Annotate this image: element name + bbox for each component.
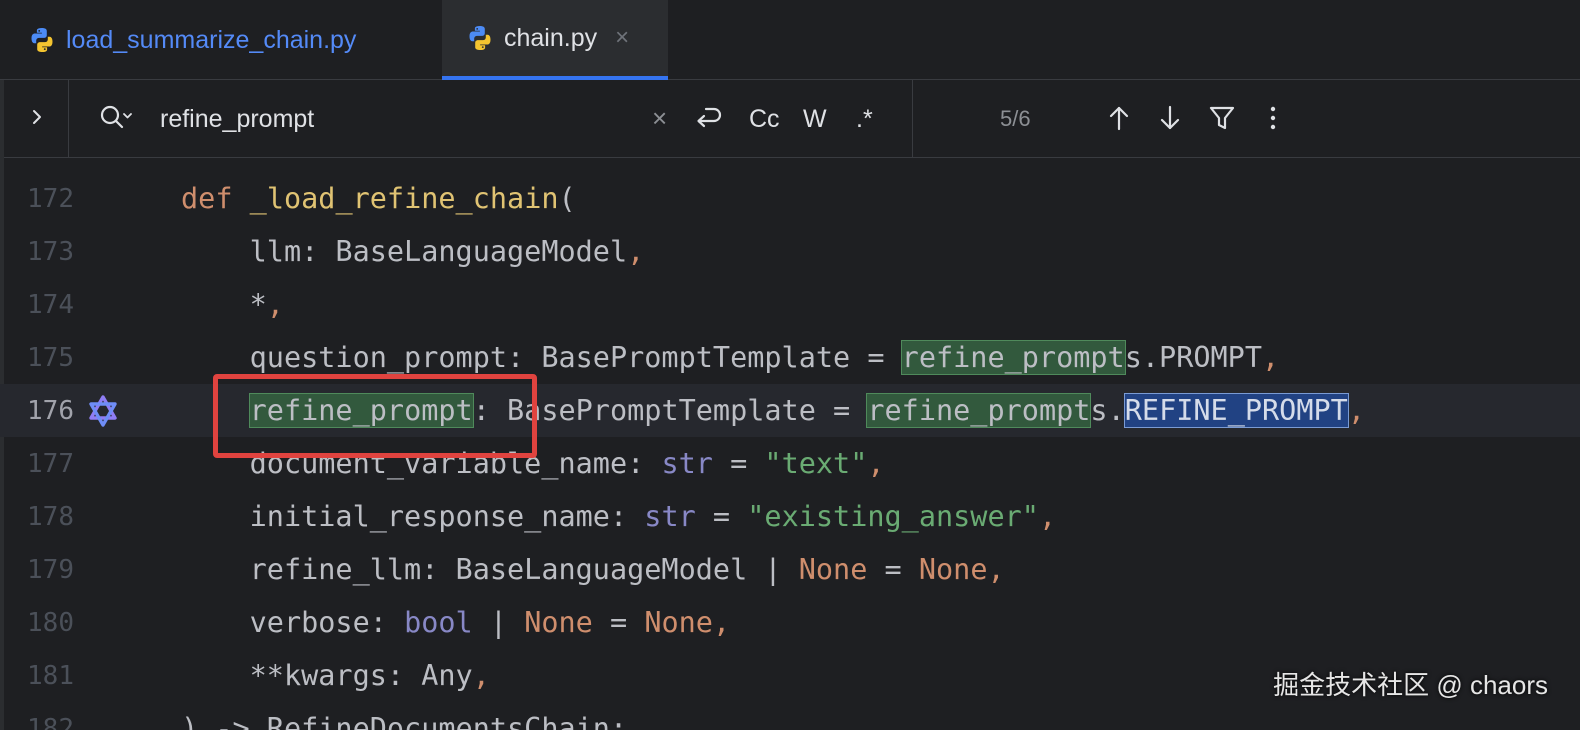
search-icon[interactable] xyxy=(98,102,134,134)
find-bar: × Cc W .* 5/6 xyxy=(0,80,1580,158)
code-editor[interactable]: 172 def _load_refine_chain( 173 llm: Bas… xyxy=(0,158,1580,730)
code-text: *, xyxy=(181,288,284,321)
current-match-highlight: REFINE_PROMPT xyxy=(1123,393,1349,428)
python-file-icon xyxy=(31,28,53,52)
code-text: ) -> RefineDocumentsChain: xyxy=(181,712,628,730)
tab-chain-py[interactable]: chain.py × xyxy=(442,0,668,80)
tab-load-summarize-chain[interactable]: load_summarize_chain.py xyxy=(0,0,440,80)
close-icon[interactable]: × xyxy=(615,24,629,52)
code-line: 180 verbose: bool | None = None, xyxy=(0,596,1580,649)
more-options-icon[interactable] xyxy=(1256,101,1290,135)
filter-icon[interactable] xyxy=(1205,101,1239,135)
newline-icon[interactable] xyxy=(692,102,724,134)
line-number: 173 xyxy=(27,237,74,267)
code-text: question_prompt: BasePromptTemplate = re… xyxy=(181,340,1280,375)
tab-label: load_summarize_chain.py xyxy=(66,25,357,54)
code-text: def _load_refine_chain( xyxy=(181,182,576,215)
ai-assistant-icon[interactable] xyxy=(86,394,120,428)
line-number: 176 xyxy=(27,396,74,426)
line-number: 172 xyxy=(27,184,74,214)
watermark: 掘金技术社区 @ chaors xyxy=(1273,670,1548,700)
line-number: 175 xyxy=(27,343,74,373)
code-text: refine_llm: BaseLanguageModel | None = N… xyxy=(181,553,1005,586)
line-number: 174 xyxy=(27,290,74,320)
search-match-highlight: refine_prompt xyxy=(866,393,1092,428)
code-text: verbose: bool | None = None, xyxy=(181,606,731,639)
match-case-toggle[interactable]: Cc xyxy=(749,102,780,136)
code-line: 182 ) -> RefineDocumentsChain: xyxy=(0,702,1580,730)
line-number: 181 xyxy=(27,661,74,691)
python-file-icon xyxy=(469,26,491,50)
clear-search-icon[interactable]: × xyxy=(652,100,667,136)
code-text: initial_response_name: str = "existing_a… xyxy=(181,500,1057,533)
chevron-right-icon[interactable] xyxy=(22,102,52,132)
search-match-highlight: refine_prompt xyxy=(900,340,1126,375)
code-text: llm: BaseLanguageModel, xyxy=(181,235,645,268)
annotation-highlight-box xyxy=(213,374,537,458)
line-number: 178 xyxy=(27,502,74,532)
gutter-edge xyxy=(0,80,4,158)
line-number: 180 xyxy=(27,608,74,638)
code-line: 178 initial_response_name: str = "existi… xyxy=(0,490,1580,543)
code-line: 173 llm: BaseLanguageModel, xyxy=(0,225,1580,278)
arrow-down-icon[interactable] xyxy=(1153,101,1187,135)
line-number: 179 xyxy=(27,555,74,585)
code-line: 174 *, xyxy=(0,278,1580,331)
line-number: 182 xyxy=(27,714,74,730)
match-count: 5/6 xyxy=(1000,106,1031,131)
whole-words-toggle[interactable]: W xyxy=(803,102,827,136)
divider xyxy=(912,80,913,158)
arrow-up-icon[interactable] xyxy=(1102,101,1136,135)
search-input[interactable] xyxy=(160,100,620,138)
divider xyxy=(68,80,69,158)
regex-toggle[interactable]: .* xyxy=(856,102,873,136)
line-number: 177 xyxy=(27,449,74,479)
editor-tab-bar: load_summarize_chain.py chain.py × xyxy=(0,0,1580,80)
code-text: **kwargs: Any, xyxy=(181,659,490,692)
code-line: 172 def _load_refine_chain( xyxy=(0,172,1580,225)
code-line: 179 refine_llm: BaseLanguageModel | None… xyxy=(0,543,1580,596)
tab-label: chain.py xyxy=(504,23,598,52)
